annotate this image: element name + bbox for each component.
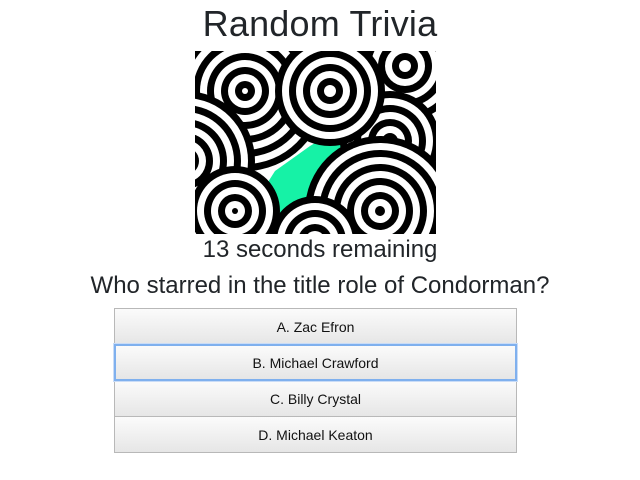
question-text: Who starred in the title role of Condorm…: [90, 272, 550, 299]
answer-option-a[interactable]: A. Zac Efron: [114, 308, 517, 345]
countdown-timer: 13 seconds remaining: [202, 236, 438, 263]
trivia-image: [195, 51, 436, 234]
answer-option-c[interactable]: C. Billy Crystal: [114, 380, 517, 417]
answer-option-d[interactable]: D. Michael Keaton: [114, 416, 517, 453]
answer-list: A. Zac Efron B. Michael Crawford C. Bill…: [114, 308, 517, 453]
concentric-circles-pattern: [195, 51, 436, 234]
answer-option-b[interactable]: B. Michael Crawford: [114, 344, 517, 381]
page-title: Random Trivia: [202, 3, 438, 44]
